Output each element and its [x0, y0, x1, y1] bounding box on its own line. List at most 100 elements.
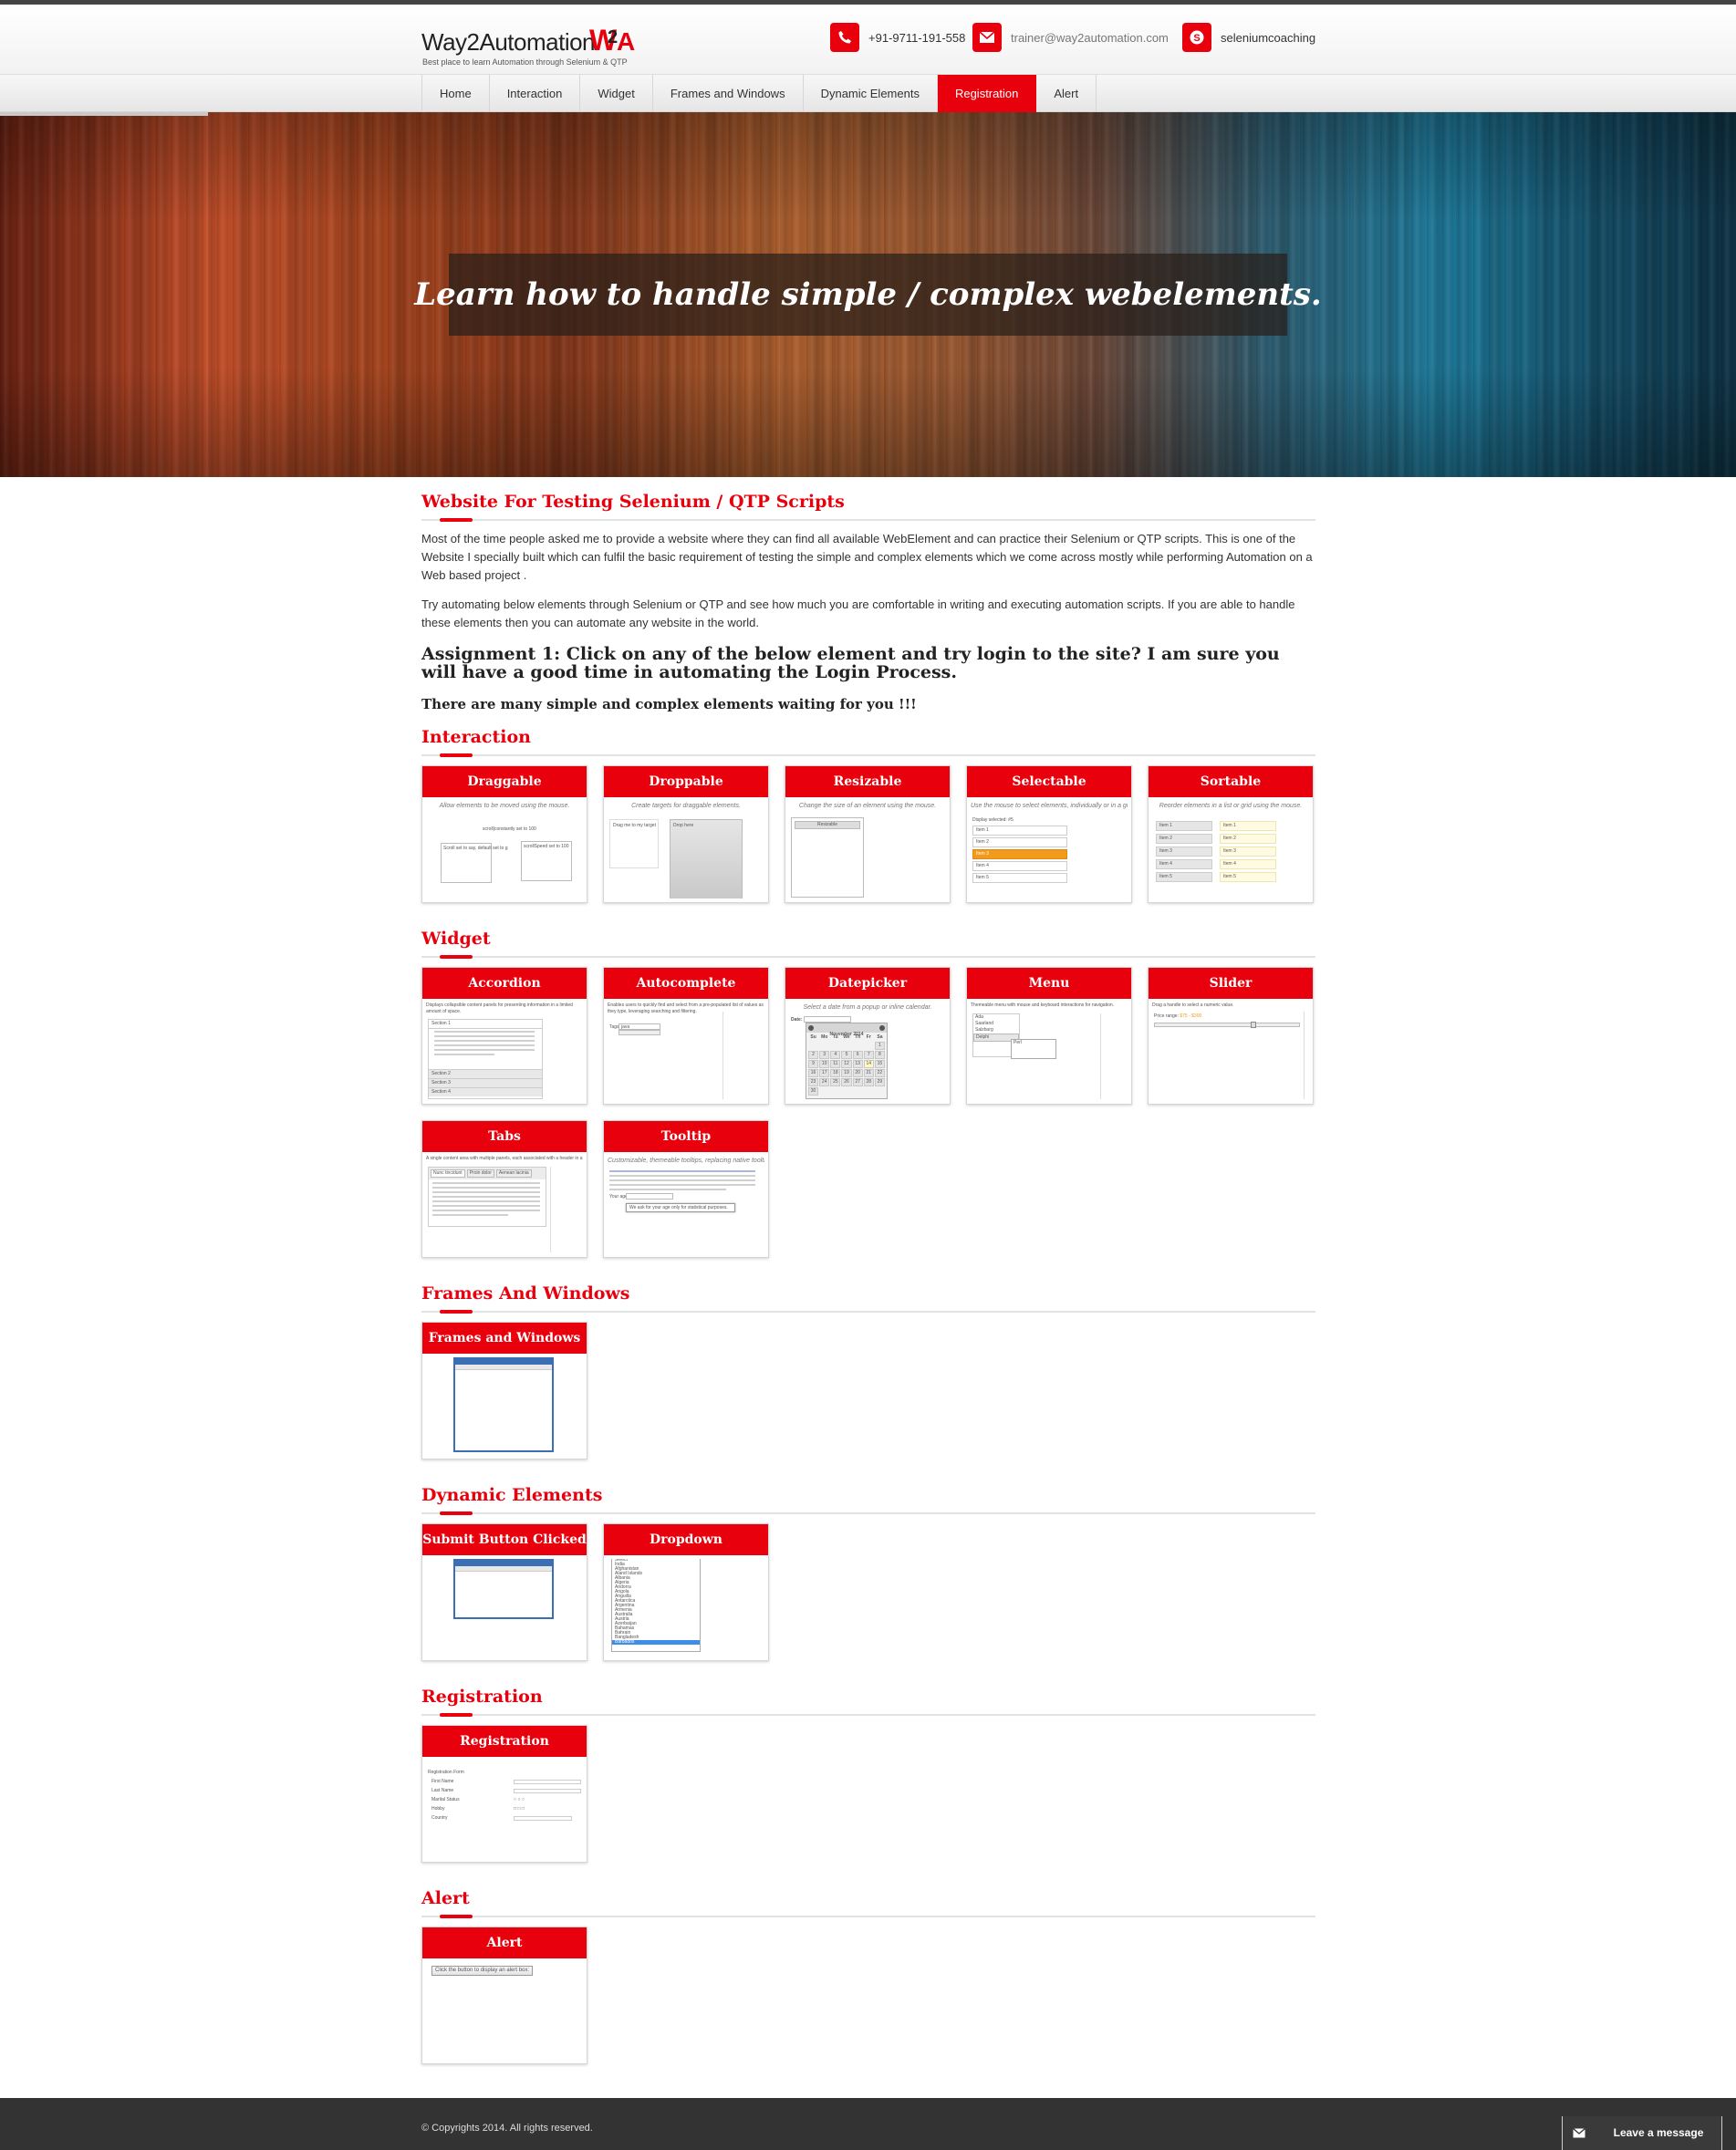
card-slider[interactable]: Slider Drag a handle to select a numeric… — [1148, 967, 1314, 1105]
calendar-day[interactable]: 14 — [863, 1060, 874, 1068]
calendar-day[interactable]: 20 — [852, 1069, 863, 1077]
sortable-item: Item 4 — [1220, 859, 1276, 869]
dropdown-options: Select India Afghanistan Aland Islands Alban… — [612, 1559, 700, 1645]
email-contact[interactable]: trainer@way2automation.com — [972, 23, 1169, 52]
calendar-day[interactable]: 15 — [874, 1060, 885, 1068]
email-address: trainer@way2automation.com — [1011, 30, 1169, 45]
calendar-day[interactable]: 13 — [852, 1060, 863, 1068]
form-label: Last Name — [431, 1787, 454, 1793]
sortable-item: Item 5 — [1156, 872, 1212, 882]
logo-tagline: Best place to learn Automation through S… — [422, 57, 628, 67]
card-dropdown[interactable]: Dropdown Select India Afghanistan Aland Isl… — [603, 1523, 769, 1661]
card-thumbnail: Themeable menu with mouse and keyboard i… — [971, 1002, 1128, 1100]
calendar-day — [853, 1042, 863, 1050]
card-frames-and-windows[interactable]: Frames and Windows — [421, 1322, 587, 1459]
calendar-day[interactable]: 5 — [841, 1051, 852, 1059]
card-resizable[interactable]: Resizable Change the size of an element … — [785, 765, 951, 903]
hero-caption-box: Learn how to handle simple / complex web… — [414, 254, 1322, 336]
card-autocomplete[interactable]: Autocomplete Enables users to quickly fi… — [603, 967, 769, 1105]
calendar-day[interactable]: 8 — [874, 1051, 885, 1059]
form-radio-placeholder: ○ ○ ○ — [514, 1796, 525, 1802]
mail-icon — [972, 23, 1002, 52]
card-title: Dropdown — [604, 1524, 768, 1555]
card-thumbnail: Enables users to quickly find and select… — [608, 1002, 764, 1100]
calendar-day[interactable]: 10 — [819, 1060, 830, 1068]
slider-handle[interactable] — [1251, 1022, 1256, 1028]
card-menu[interactable]: Menu Themeable menu with mouse and keybo… — [966, 967, 1132, 1105]
nav-widget[interactable]: Widget — [580, 75, 653, 112]
card-title: Tabs — [422, 1121, 587, 1152]
card-tabs[interactable]: Tabs A single content area with multiple… — [421, 1120, 587, 1258]
form-row: Hobby □ □ □ — [431, 1804, 581, 1813]
autocomplete-input: java — [619, 1023, 660, 1030]
accordion-text-lines — [434, 1031, 535, 1058]
card-draggable[interactable]: Draggable Allow elements to be moved usi… — [421, 765, 587, 903]
card-title: Autocomplete — [604, 968, 768, 999]
calendar-day[interactable]: 19 — [841, 1069, 852, 1077]
assignment-text: Assignment 1: Click on any of the below … — [421, 644, 1280, 682]
nav-dynamic-elements[interactable]: Dynamic Elements — [804, 75, 938, 112]
calendar-day[interactable]: 18 — [830, 1069, 841, 1077]
phone-contact[interactable]: +91-9711-191-558 — [830, 23, 965, 52]
calendar-day[interactable]: 23 — [808, 1078, 819, 1086]
leave-message-button[interactable]: Leave a message — [1562, 2116, 1722, 2150]
slider-track[interactable] — [1154, 1022, 1300, 1028]
card-submit-button-clicked[interactable]: Submit Button Clicked — [421, 1523, 587, 1661]
calendar-day[interactable]: 29 — [874, 1078, 885, 1086]
nav-alert[interactable]: Alert — [1036, 75, 1097, 112]
calendar-day — [864, 1087, 874, 1096]
calendar-day[interactable]: 11 — [830, 1060, 841, 1068]
calendar-day[interactable]: 22 — [874, 1069, 885, 1077]
prev-month-icon — [808, 1025, 814, 1031]
calendar-day[interactable]: 26 — [841, 1078, 852, 1086]
calendar-day[interactable]: 12 — [841, 1060, 852, 1068]
heading-rule — [421, 518, 1315, 522]
calendar-day[interactable]: 30 — [808, 1087, 819, 1096]
calendar-day[interactable]: 16 — [808, 1069, 819, 1077]
calendar-day[interactable]: 25 — [830, 1078, 841, 1086]
dynamic-heading: Dynamic Elements — [421, 1485, 603, 1505]
dynamic-grid: Submit Button Clicked Dropdown Select Ind… — [421, 1523, 1315, 1661]
calendar-day[interactable]: 9 — [808, 1060, 819, 1068]
selectable-item: Item 5 — [972, 873, 1067, 883]
calendar-day[interactable]: 27 — [852, 1078, 863, 1086]
card-accordion[interactable]: Accordion Displays collapsible content p… — [421, 967, 587, 1105]
card-registration[interactable]: Registration Registration Form First Nam… — [421, 1725, 587, 1863]
nav-home[interactable]: Home — [421, 75, 490, 112]
nav-interaction[interactable]: Interaction — [490, 75, 581, 112]
date-input — [804, 1016, 851, 1023]
calendar-day[interactable]: 4 — [830, 1051, 841, 1059]
intro-heading: Website For Testing Selenium / QTP Scrip… — [421, 492, 845, 512]
card-tooltip[interactable]: Tooltip Customizable, themeable tooltips… — [603, 1120, 769, 1258]
card-alert[interactable]: Alert Click the button to display an ale… — [421, 1927, 587, 2064]
calendar-day[interactable]: 7 — [863, 1051, 874, 1059]
card-selectable[interactable]: Selectable Use the mouse to select eleme… — [966, 765, 1132, 903]
intro-paragraph-1: Most of the time people asked me to prov… — [421, 532, 1313, 582]
site-logo[interactable]: Way2Automation W 2 A Best place to learn… — [421, 24, 640, 68]
thumb-caption: Allow elements to be moved using the mou… — [439, 803, 570, 809]
skype-contact[interactable]: S seleniumcoaching — [1182, 23, 1315, 52]
next-month-icon — [879, 1025, 885, 1031]
card-title: Slider — [1149, 968, 1313, 999]
calendar-day — [808, 1042, 818, 1050]
site-footer: © Copyrights 2014. All rights reserved. — [0, 2098, 1736, 2150]
phone-icon — [830, 23, 859, 52]
calendar-day[interactable]: 24 — [819, 1078, 830, 1086]
form-row: First Name — [431, 1777, 581, 1786]
calendar-day[interactable]: 21 — [863, 1069, 874, 1077]
nav-frames-and-windows[interactable]: Frames and Windows — [653, 75, 804, 112]
selectable-item: Item 2 — [972, 837, 1067, 847]
card-sortable[interactable]: Sortable Reorder elements in a list or g… — [1148, 765, 1314, 903]
card-droppable[interactable]: Droppable Create targets for draggable e… — [603, 765, 769, 903]
calendar-day[interactable]: 1 — [874, 1042, 885, 1050]
nav-registration[interactable]: Registration — [937, 75, 1037, 112]
calendar-day[interactable]: 28 — [863, 1078, 874, 1086]
calendar-day[interactable]: 2 — [808, 1051, 819, 1059]
calendar-day[interactable]: 17 — [819, 1069, 830, 1077]
calendar-day[interactable]: 6 — [852, 1051, 863, 1059]
tab-label: Aenean lacinia — [495, 1169, 532, 1178]
card-datepicker[interactable]: Datepicker Select a date from a popup or… — [785, 967, 951, 1105]
form-row: Country — [431, 1813, 581, 1823]
calendar-day[interactable]: 3 — [819, 1051, 830, 1059]
heading-rule — [421, 1310, 1315, 1314]
